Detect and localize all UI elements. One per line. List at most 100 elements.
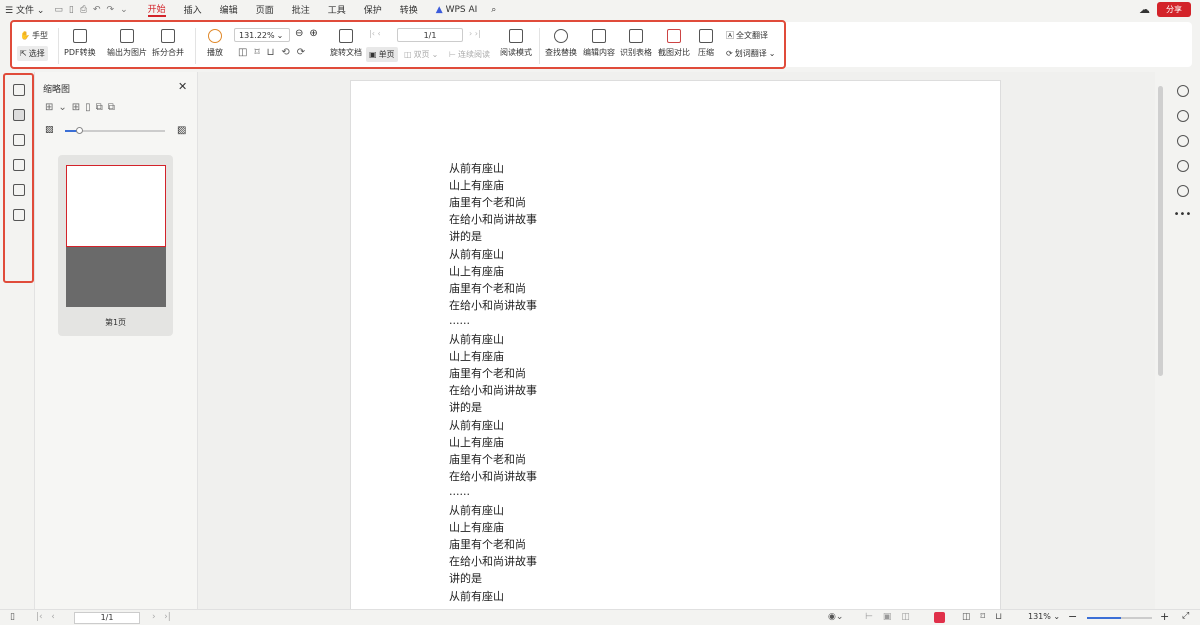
- share-button[interactable]: 分享: [1157, 2, 1191, 17]
- thumbnail-icon[interactable]: [13, 109, 25, 121]
- zoom-in-icon[interactable]: ⊕: [309, 28, 317, 39]
- text-line: 在给小和尚讲故事: [449, 382, 537, 398]
- single-page-button[interactable]: ▣单页: [366, 47, 398, 62]
- zoom-out-icon[interactable]: ⊖: [295, 28, 303, 39]
- text-line: ......: [449, 485, 470, 498]
- play-icon: [208, 29, 222, 43]
- quick-access-icons[interactable]: ▭▯⎙↶↷⌄: [49, 5, 138, 15]
- find-replace-button[interactable]: 查找替换: [545, 29, 577, 58]
- style-icon[interactable]: [1177, 110, 1189, 122]
- page-value: 1/1: [424, 31, 437, 40]
- help-icon[interactable]: [1177, 185, 1189, 197]
- read-mode-label: 阅读模式: [500, 47, 532, 58]
- text-line: 在给小和尚讲故事: [449, 553, 537, 569]
- first-prev-page-icons[interactable]: |‹ ‹: [36, 612, 55, 622]
- next-last-page-icons[interactable]: › ›|: [152, 612, 171, 622]
- tab-page[interactable]: 页面: [256, 3, 274, 16]
- hand-tool[interactable]: ✋手型: [20, 30, 48, 41]
- split-merge-button[interactable]: 拆分合并: [152, 29, 184, 58]
- fit-width-icon[interactable]: ⊔: [267, 47, 275, 58]
- continuous-read-button[interactable]: ⊢连续阅读: [449, 49, 490, 60]
- play-icon[interactable]: [934, 612, 945, 623]
- zoom-slider[interactable]: [1087, 617, 1152, 619]
- next-page-icons[interactable]: › ›|: [469, 29, 481, 38]
- fit-page-icon[interactable]: ⌑: [254, 47, 259, 58]
- tab-start[interactable]: 开始: [148, 2, 166, 17]
- compress-button[interactable]: 压缩: [698, 29, 714, 58]
- word-translate-button[interactable]: ⟳划词翻译⌄: [726, 48, 775, 59]
- file-menu[interactable]: ☰ 文件 ⌄: [0, 3, 49, 16]
- text-line: 庙里有个老和尚: [449, 536, 526, 552]
- thumbnail-item[interactable]: 第1页: [58, 155, 173, 336]
- tab-edit[interactable]: 编辑: [220, 3, 238, 16]
- double-label: 双页: [414, 49, 430, 60]
- play-button[interactable]: 播放: [207, 29, 223, 58]
- select-tool[interactable]: ⇱选择: [17, 46, 48, 61]
- tab-tools[interactable]: 工具: [328, 3, 346, 16]
- full-translate-button[interactable]: 🄰全文翻译: [726, 30, 768, 41]
- close-icon[interactable]: ✕: [178, 80, 187, 93]
- page-input[interactable]: 1/1: [397, 28, 463, 42]
- fit-icons[interactable]: ◫⌑⊔: [962, 612, 1012, 622]
- tab-insert[interactable]: 插入: [184, 3, 202, 16]
- tab-convert[interactable]: 转换: [400, 3, 418, 16]
- more-icon[interactable]: •••: [1165, 209, 1200, 220]
- status-zoom[interactable]: 131% ⌄: [1028, 612, 1060, 621]
- compress-icon: [699, 29, 713, 43]
- zoom-buttons[interactable]: ⊖⊕: [295, 28, 318, 39]
- double-page-button[interactable]: ◫双页⌄: [404, 49, 438, 60]
- vertical-scrollbar[interactable]: [1155, 72, 1165, 609]
- prev-page-icons[interactable]: |‹ ‹: [369, 29, 381, 38]
- rotate-document-button[interactable]: 旋转文档: [330, 29, 362, 58]
- export-image-button[interactable]: 输出为图片: [107, 29, 147, 58]
- rotate-label: 旋转文档: [330, 47, 362, 58]
- ribbon-toolbar: ✋手型 ⇱选择 PDF转换 输出为图片 拆分合并 播放 131.22% ⌄ ⊖⊕…: [10, 20, 786, 69]
- thumbnail-size-slider[interactable]: [65, 130, 165, 132]
- table-icon: [629, 29, 643, 43]
- actual-size-icon[interactable]: ◫: [238, 47, 247, 58]
- hand-label: 手型: [32, 30, 48, 41]
- fullscreen-icon[interactable]: ⤢: [1182, 611, 1189, 621]
- comment-icon[interactable]: [13, 134, 25, 146]
- screenshot-compare-button[interactable]: 截图对比: [658, 29, 690, 58]
- zoom-out-button[interactable]: −: [1068, 610, 1077, 623]
- ribbon-extension: [786, 22, 1192, 67]
- view-mode-icons[interactable]: ⊢▣◫: [865, 612, 920, 622]
- tab-protect[interactable]: 保护: [364, 3, 382, 16]
- text-line: 庙里有个老和尚: [449, 451, 526, 467]
- zoom-in-button[interactable]: +: [1160, 610, 1169, 623]
- thumbnail-tools[interactable]: ⊞⌄⊞▯⧉⧉: [45, 102, 120, 113]
- cloud-icon[interactable]: ☁: [1139, 3, 1150, 16]
- attachment-icon[interactable]: [13, 159, 25, 171]
- thumbnail-page-preview: [66, 165, 166, 247]
- status-zoom-value: 131%: [1028, 612, 1051, 621]
- signature-icon[interactable]: [13, 184, 25, 196]
- eye-icon[interactable]: ◉⌄: [828, 612, 843, 622]
- tab-wps-ai[interactable]: ▲ WPS AI: [436, 5, 478, 15]
- pdf-convert-button[interactable]: PDF转换: [64, 29, 96, 58]
- translate-icon[interactable]: [1177, 160, 1189, 172]
- read-mode-button[interactable]: 阅读模式: [500, 29, 532, 58]
- recognize-table-button[interactable]: 识别表格: [620, 29, 652, 58]
- status-page-input[interactable]: 1/1: [74, 612, 140, 624]
- thumbnail-page-lower: [66, 247, 166, 307]
- fit-buttons[interactable]: ◫ ⌑ ⊔ ⟲ ⟳: [238, 47, 305, 58]
- tab-comment[interactable]: 批注: [292, 3, 310, 16]
- bookmark-icon[interactable]: [13, 84, 25, 96]
- thumbnail-title: 缩略图: [43, 82, 70, 95]
- pdf-convert-icon: [73, 29, 87, 43]
- sidebar-toggle-icon[interactable]: ▯: [10, 612, 15, 622]
- edit-content-button[interactable]: 编辑内容: [583, 29, 615, 58]
- layers-icon[interactable]: [13, 209, 25, 221]
- screenshot-compare-label: 截图对比: [658, 47, 690, 58]
- zoom-select[interactable]: 131.22% ⌄: [234, 28, 290, 42]
- search-icon[interactable]: [1177, 85, 1189, 97]
- thumbnail-panel: 缩略图 ✕ ⊞⌄⊞▯⧉⧉ ▨ ▨ 第1页: [35, 72, 198, 609]
- rotate-right-icon[interactable]: ⟳: [297, 47, 305, 58]
- adjust-icon[interactable]: [1177, 135, 1189, 147]
- search-icon[interactable]: ⌕: [486, 5, 501, 15]
- rotate-document-icon: [339, 29, 353, 43]
- export-image-icon: [120, 29, 134, 43]
- text-line: 从前有座山: [449, 246, 504, 262]
- rotate-left-icon[interactable]: ⟲: [281, 47, 289, 58]
